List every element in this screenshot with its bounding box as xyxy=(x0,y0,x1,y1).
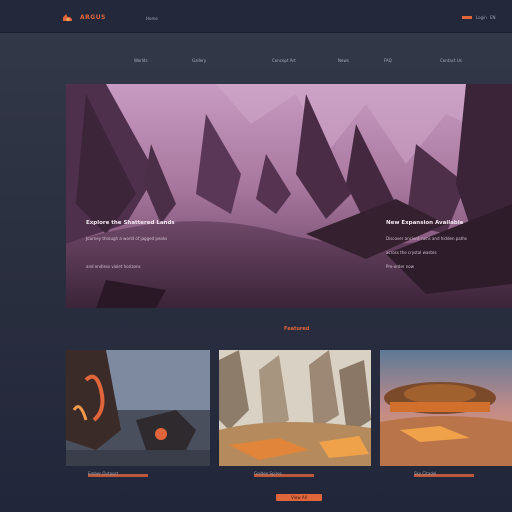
flame-logo-icon[interactable] xyxy=(61,12,74,23)
hero-banner[interactable]: Explore the Shattered Lands Journey thro… xyxy=(66,84,512,308)
gallery-card-3[interactable] xyxy=(380,350,512,466)
ember-outpost-image xyxy=(66,350,210,466)
hero-left-title: Explore the Shattered Lands xyxy=(86,220,175,226)
top-bar: ARGUS Home Login EN xyxy=(0,0,512,33)
home-link[interactable]: Home xyxy=(146,16,158,21)
nav-item-concept-art[interactable]: Concept Art xyxy=(272,58,296,63)
sky-citadel-image xyxy=(380,350,512,466)
nav-item-contact[interactable]: Contact Us xyxy=(440,58,462,63)
section-title: Featured xyxy=(284,326,310,332)
hero-right-line-3[interactable]: Pre-order now xyxy=(386,264,414,269)
login-link[interactable]: Login xyxy=(476,15,487,20)
active-indicator xyxy=(462,16,472,19)
nav-item-gallery[interactable]: Gallery xyxy=(192,58,206,63)
view-all-button[interactable]: View All xyxy=(276,494,322,501)
golden-spires-image xyxy=(219,350,371,466)
main-nav: Worlds Gallery Concept Art News FAQ Cont… xyxy=(0,58,512,68)
language-link[interactable]: EN xyxy=(490,15,496,20)
hero-landscape-image xyxy=(66,84,512,308)
brand-name[interactable]: ARGUS xyxy=(80,14,106,21)
nav-item-faq[interactable]: FAQ xyxy=(384,58,392,63)
nav-item-news[interactable]: News xyxy=(338,58,349,63)
hero-right-line-2: across the crystal wastes xyxy=(386,250,437,255)
card-2-caption[interactable]: Golden Spires xyxy=(254,471,282,476)
hero-right-title: New Expansion Available xyxy=(386,220,464,226)
card-3-caption[interactable]: Sky Citadel xyxy=(414,471,436,476)
hero-left-line-2: and endless violet horizons xyxy=(86,264,141,269)
gallery-card-2[interactable] xyxy=(219,350,371,466)
hero-left-line-1: Journey through a world of jagged peaks xyxy=(86,236,168,241)
nav-item-worlds[interactable]: Worlds xyxy=(134,58,148,63)
gallery-card-1[interactable] xyxy=(66,350,210,466)
card-1-caption[interactable]: Ember Outpost xyxy=(88,471,118,476)
hero-right-line-1: Discover ancient ruins and hidden paths xyxy=(386,236,467,241)
